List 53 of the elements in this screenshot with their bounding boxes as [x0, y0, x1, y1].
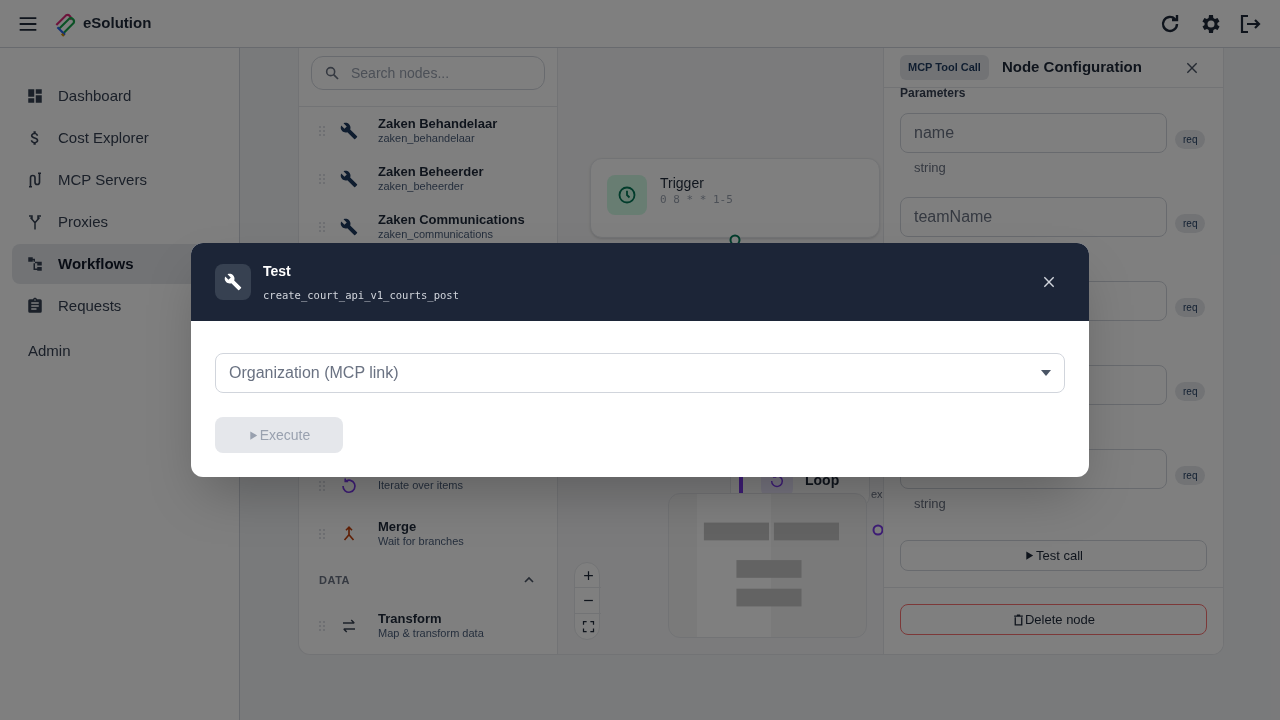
search-icon: [324, 65, 340, 81]
plus-icon: [583, 570, 593, 581]
node-palette-item[interactable]: Zaken Communications zaken_communications: [299, 203, 557, 251]
sidebar-item[interactable]: Proxies: [12, 202, 227, 242]
wrench-icon: [340, 122, 358, 140]
brand-name: eSolution: [83, 13, 152, 34]
play-icon: [247, 429, 259, 441]
close-button[interactable]: [1042, 275, 1056, 289]
section-heading: Admin: [27, 341, 72, 361]
node-palette-item[interactable]: Merge Wait for branches: [299, 510, 557, 558]
fullscreen-icon: [582, 620, 594, 632]
clock-icon: [617, 185, 637, 205]
wrench-icon: [224, 273, 242, 291]
swap-arrows-icon: [340, 617, 358, 635]
sidebar-item[interactable]: Cost Explorer: [12, 118, 227, 158]
dashboard-icon: [26, 87, 44, 105]
node-palette-item[interactable]: Iterate over items: [299, 462, 557, 510]
loop-arrow-icon: [340, 477, 358, 495]
dialog-title: Test: [263, 261, 292, 281]
node-palette-item[interactable]: Zaken Beheerder zaken_beheerder: [299, 155, 557, 203]
wrench-icon: [340, 218, 358, 236]
required-badge: req: [1175, 381, 1206, 401]
required-badge: req: [1175, 297, 1206, 317]
node-palette-item[interactable]: Zaken Behandelaar zaken_behandelaar: [299, 107, 557, 155]
node-palette-item[interactable]: Transform Map & transform data: [299, 602, 557, 650]
required-badge: req: [1175, 465, 1206, 485]
test-call-button[interactable]: Test call: [900, 540, 1207, 571]
section-heading: Parameters: [900, 85, 967, 102]
workflow-icon: [26, 255, 44, 273]
fork-icon: [26, 213, 44, 231]
input-field[interactable]: name: [900, 113, 1167, 153]
plug-connector-icon: [26, 171, 44, 189]
dropdown-caret-icon: [1041, 370, 1051, 376]
field-hint: string: [914, 159, 947, 177]
node-label: ex: [871, 487, 883, 502]
wrench-icon: [340, 170, 358, 188]
delete-node-button[interactable]: Delete node: [900, 604, 1207, 635]
input-field[interactable]: teamName: [900, 197, 1167, 237]
required-badge: req: [1175, 129, 1206, 149]
required-badge: req: [1175, 213, 1206, 233]
organization-select[interactable]: Organization (MCP link): [215, 353, 1065, 393]
field-hint: string: [914, 495, 947, 513]
dialog-subtitle: create_court_api_v1_courts_post: [263, 287, 459, 304]
clipboard-icon: [26, 297, 44, 315]
node-type-badge: MCP Tool Call: [900, 55, 989, 80]
play-icon: [1024, 550, 1035, 561]
trash-icon: [1011, 612, 1025, 627]
sidebar-item[interactable]: MCP Servers: [12, 160, 227, 200]
minus-icon: [583, 599, 593, 602]
panel-title: Node Configuration: [1001, 57, 1142, 78]
sidebar-item[interactable]: Dashboard: [12, 76, 227, 116]
sidebar-item[interactable]: Requests: [12, 286, 227, 326]
section-label: DATA: [319, 572, 351, 588]
